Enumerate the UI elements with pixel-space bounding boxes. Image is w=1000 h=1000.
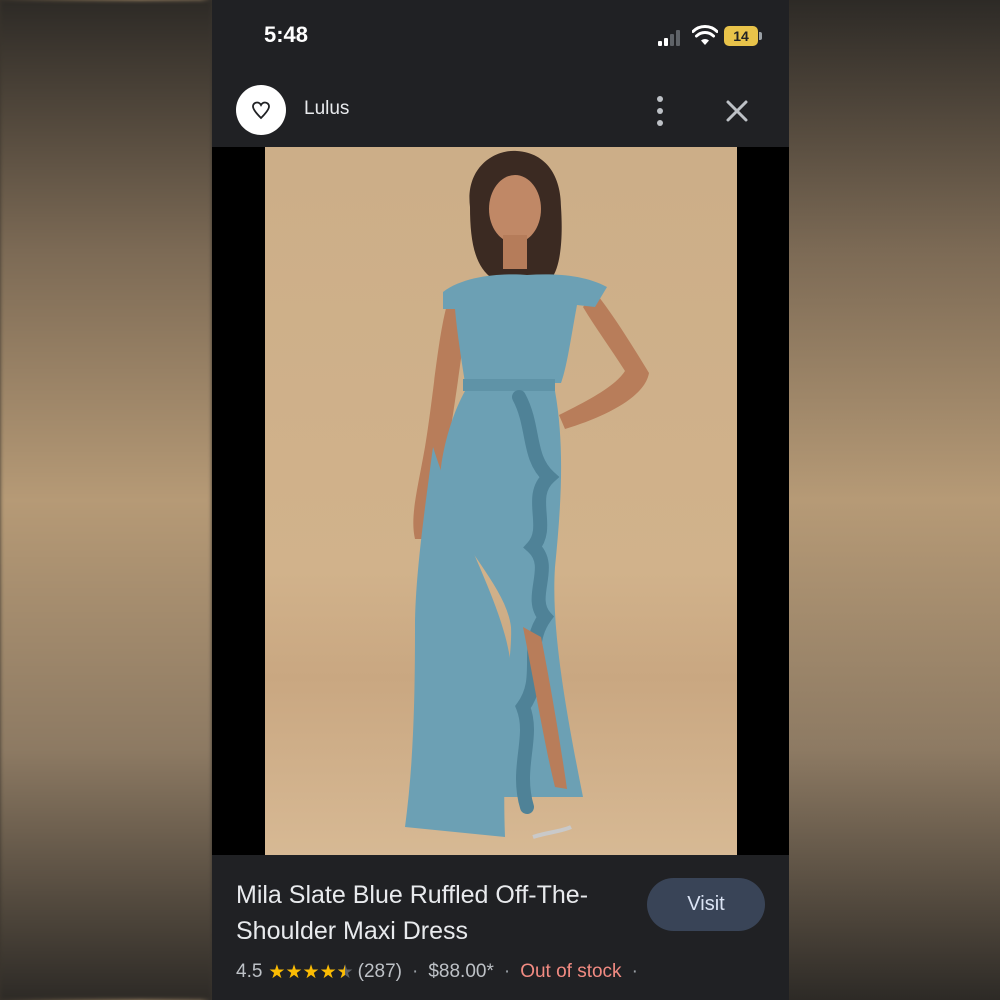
stock-status: Out of stock	[520, 961, 622, 982]
rating-value: 4.5	[236, 961, 263, 982]
star-icon: ★	[319, 961, 337, 983]
star-icon: ★	[268, 961, 286, 983]
separator-dot: ·	[412, 961, 419, 982]
visit-button[interactable]: Visit	[647, 878, 765, 931]
star-icon: ★	[285, 961, 303, 983]
app-bar: Lulus	[212, 72, 789, 146]
product-meta-row: 4.5 ★ ★ ★ ★ ★ (287) · $88.00* · Out of s…	[236, 961, 648, 983]
battery-icon: 14	[724, 26, 758, 46]
status-bar: 5:48 14	[212, 0, 789, 72]
site-name[interactable]: Lulus	[304, 98, 349, 120]
star-icon: ★	[302, 961, 320, 983]
separator-dot: ·	[503, 961, 511, 982]
more-options-icon[interactable]	[646, 94, 674, 128]
phone-screen: 5:48 14 Lulus Mila Slate Blue Ruffled Of…	[212, 0, 789, 1000]
close-icon[interactable]	[720, 94, 754, 128]
status-time: 5:48	[264, 22, 309, 47]
wifi-icon	[692, 25, 718, 45]
separator-dot: ·	[631, 961, 638, 982]
battery-tip	[759, 32, 762, 40]
heart-icon	[252, 101, 270, 120]
heart-logo-icon[interactable]	[236, 85, 286, 135]
product-title[interactable]: Mila Slate Blue Ruffled Off-The-Shoulder…	[236, 877, 626, 949]
blurred-background-right	[789, 0, 1000, 1000]
dress-model-illustration	[405, 150, 649, 839]
product-price: $88.00*	[428, 961, 494, 982]
rating-stars: ★ ★ ★ ★ ★	[268, 963, 353, 982]
product-info-panel: Mila Slate Blue Ruffled Off-The-Shoulder…	[212, 855, 789, 1000]
cellular-signal-icon	[658, 28, 684, 46]
image-viewer[interactable]	[212, 147, 789, 855]
product-photo[interactable]	[265, 147, 737, 855]
half-star-icon: ★	[337, 963, 354, 982]
review-count: (287)	[357, 961, 403, 982]
blurred-background-left	[0, 0, 212, 1000]
